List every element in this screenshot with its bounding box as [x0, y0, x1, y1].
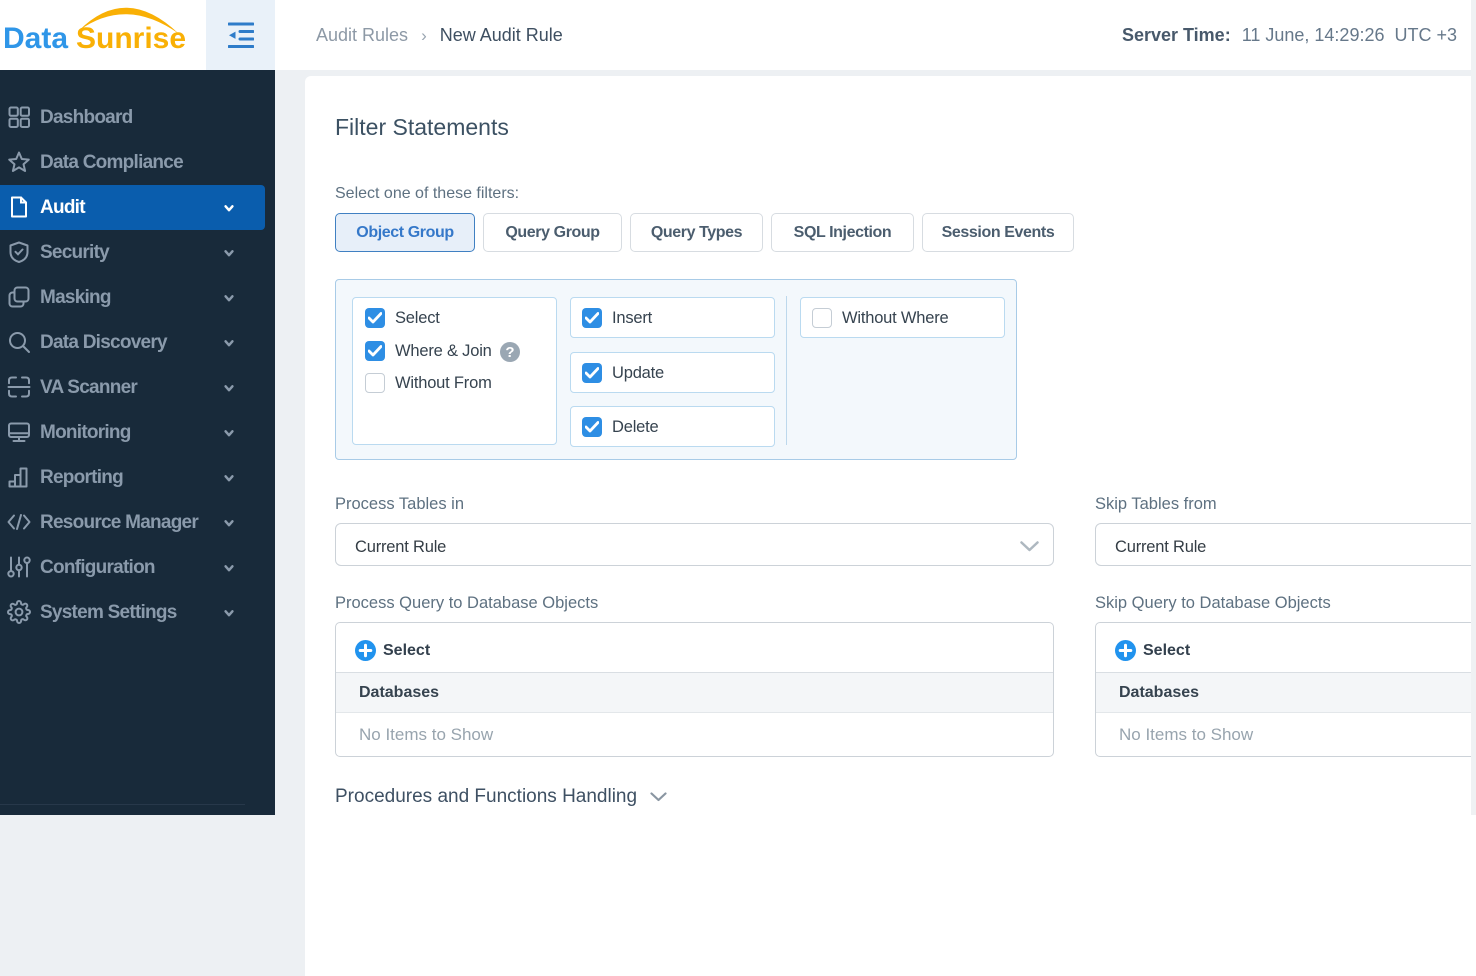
- svg-text:Sunrise: Sunrise: [76, 22, 186, 55]
- svg-text:?: ?: [505, 344, 514, 361]
- svg-text:Data: Data: [3, 22, 68, 55]
